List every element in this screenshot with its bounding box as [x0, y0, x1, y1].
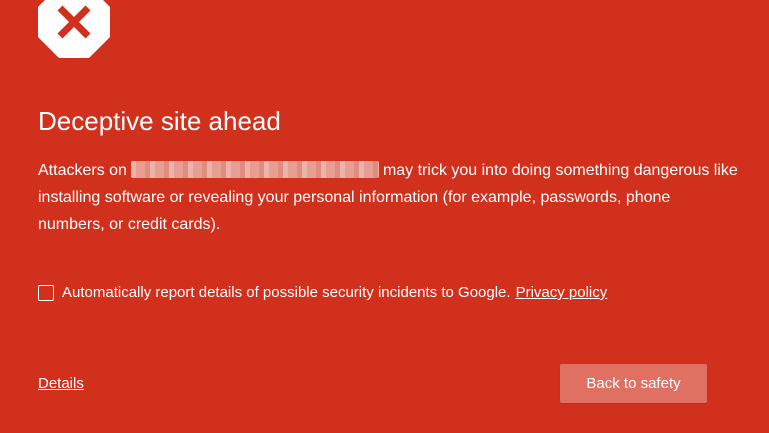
stop-sign-x-icon [38, 0, 110, 58]
report-option: Automatically report details of possible… [38, 283, 607, 303]
privacy-policy-link[interactable]: Privacy policy [516, 283, 608, 303]
details-link[interactable]: Details [38, 374, 84, 394]
back-to-safety-button[interactable]: Back to safety [560, 364, 707, 403]
message-prefix: Attackers on [38, 162, 127, 179]
warning-message: Attackers on may trick you into doing som… [38, 157, 738, 238]
report-checkbox-label: Automatically report details of possible… [62, 284, 511, 301]
page-title: Deceptive site ahead [38, 106, 281, 136]
blurred-domain [130, 161, 379, 178]
report-checkbox[interactable] [38, 285, 54, 301]
interstitial-page: Deceptive site ahead Attackers on may tri… [0, 0, 769, 433]
